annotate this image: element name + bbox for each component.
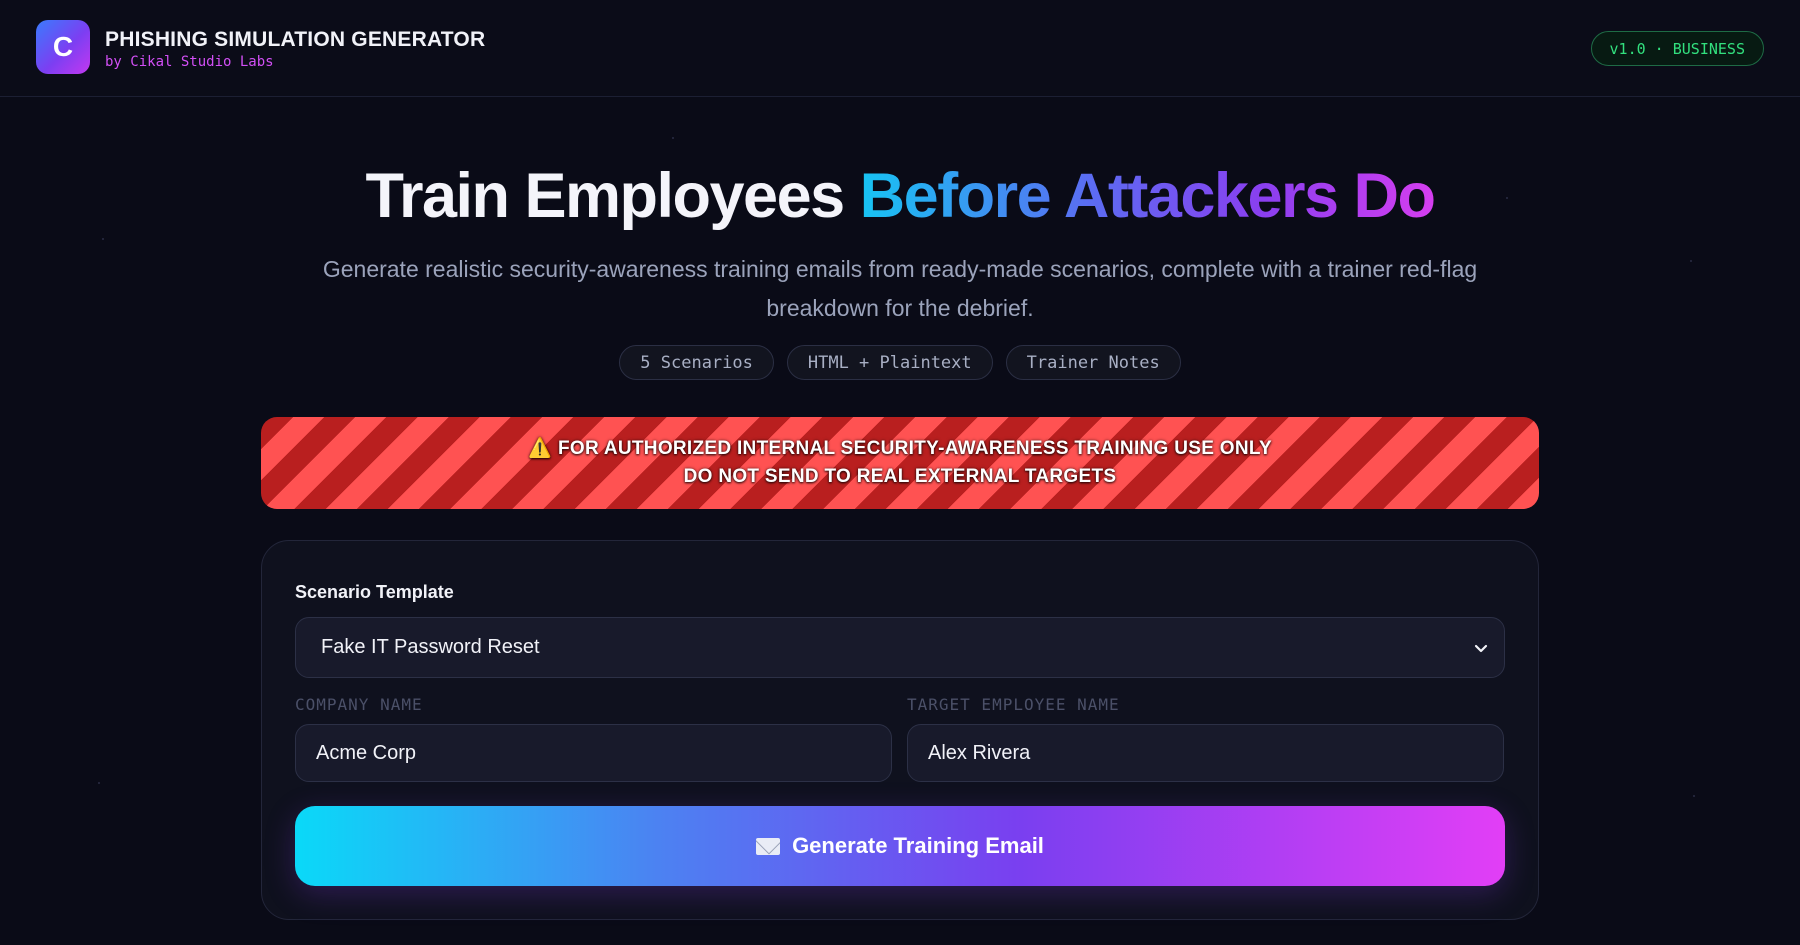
hero-description: Generate realistic security-awareness tr… <box>322 256 1478 321</box>
feature-pills: 5 Scenarios HTML + Plaintext Trainer Not… <box>0 345 1800 380</box>
background-star <box>98 782 100 784</box>
warning-line-1: ⚠️ FOR AUTHORIZED INTERNAL SECURITY-AWARE… <box>528 435 1272 463</box>
envelope-icon <box>756 837 781 855</box>
chevron-down-icon <box>1474 644 1488 652</box>
app-header: C PHISHING SIMULATION GENERATOR by Cikal… <box>0 0 1800 97</box>
company-name-value: Acme Corp <box>316 741 417 764</box>
hero-title: Train Employees Before Attackers Do <box>0 160 1800 232</box>
hero-title-gradient: Before Attackers Do <box>859 161 1436 231</box>
hero-title-plain: Train Employees <box>365 161 845 231</box>
app-logo: C <box>36 20 90 74</box>
employee-name-label: TARGET EMPLOYEE NAME <box>907 695 1120 714</box>
company-name-input[interactable]: Acme Corp <box>295 724 892 782</box>
warning-text-1: FOR AUTHORIZED INTERNAL SECURITY-AWARENE… <box>557 438 1272 459</box>
scenario-label: Scenario Template <box>295 582 454 602</box>
warning-line-2: DO NOT SEND TO REAL EXTERNAL TARGETS <box>683 466 1117 487</box>
generate-email-button[interactable]: Generate Training Email <box>295 806 1505 886</box>
employee-name-value: Alex Rivera <box>928 741 1031 764</box>
app-subtitle: by Cikal Studio Labs <box>105 54 274 70</box>
employee-name-input[interactable]: Alex Rivera <box>907 724 1504 782</box>
background-star <box>1693 795 1695 797</box>
background-star <box>102 238 104 240</box>
feature-pill: Trainer Notes <box>1005 345 1181 380</box>
version-badge: v1.0 · BUSINESS <box>1590 31 1764 66</box>
generate-email-label: Generate Training Email <box>792 833 1044 858</box>
scenario-select[interactable]: Fake IT Password Reset <box>295 617 1505 678</box>
app-title: PHISHING SIMULATION GENERATOR <box>105 28 486 51</box>
company-name-label: COMPANY NAME <box>295 695 423 714</box>
background-star <box>1690 260 1692 262</box>
warning-icon: ⚠️ <box>528 438 552 459</box>
feature-pill: HTML + Plaintext <box>786 345 993 380</box>
scenario-select-value: Fake IT Password Reset <box>321 636 540 658</box>
feature-pill: 5 Scenarios <box>619 345 774 380</box>
background-star <box>672 137 674 139</box>
warning-banner: ⚠️ FOR AUTHORIZED INTERNAL SECURITY-AWARE… <box>261 417 1539 509</box>
